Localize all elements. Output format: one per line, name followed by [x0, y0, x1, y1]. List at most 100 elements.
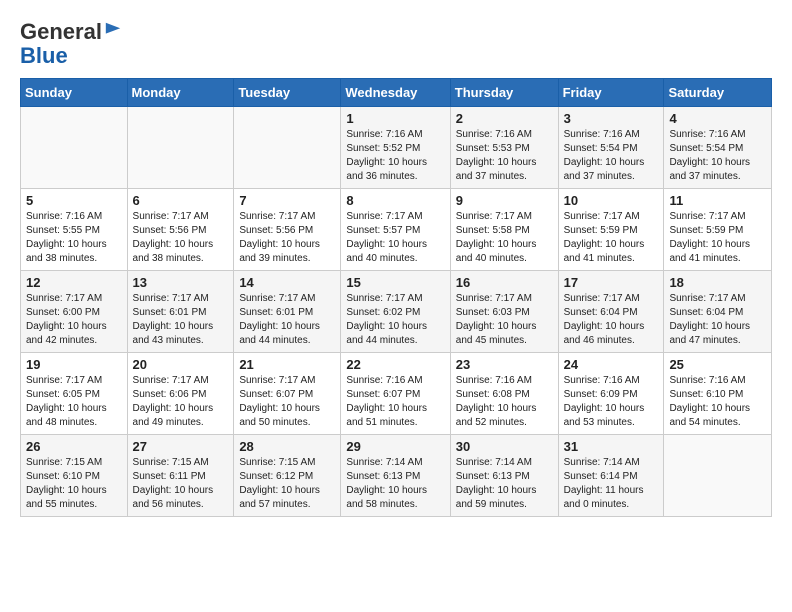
day-number: 24 — [564, 357, 659, 372]
day-info: Sunrise: 7:17 AM Sunset: 5:59 PM Dayligh… — [564, 210, 659, 266]
calendar-day-cell: 10Sunrise: 7:17 AM Sunset: 5:59 PM Dayli… — [558, 189, 664, 271]
day-number: 17 — [564, 275, 659, 290]
day-number: 31 — [564, 439, 659, 454]
day-info: Sunrise: 7:15 AM Sunset: 6:11 PM Dayligh… — [133, 456, 229, 512]
logo-blue: Blue — [20, 43, 68, 68]
calendar-day-cell: 18 Sunrise: 7:17 AM Sunset: 6:04 PM Dayli… — [664, 271, 772, 353]
calendar-day-cell: 7 Sunrise: 7:17 AM Sunset: 5:56 PM Daylig… — [234, 189, 341, 271]
calendar-day-cell: 21Sunrise: 7:17 AM Sunset: 6:07 PM Dayli… — [234, 353, 341, 435]
day-info: Sunrise: 7:14 AM Sunset: 6:13 PM Dayligh… — [346, 456, 444, 512]
day-info: Sunrise: 7:17 AM Sunset: 5:57 PM Dayligh… — [346, 210, 444, 266]
dow-header: Monday — [127, 79, 234, 107]
day-number: 22 — [346, 357, 444, 372]
logo-general: General — [20, 19, 102, 44]
day-number: 8 — [346, 193, 444, 208]
calendar-day-cell: 31 Sunrise: 7:14 AM Sunset: 6:14 PM Dayli… — [558, 435, 664, 517]
day-number: 28 — [239, 439, 335, 454]
day-info: Sunrise: 7:16 AM Sunset: 6:09 PM Dayligh… — [564, 374, 659, 430]
day-number: 27 — [133, 439, 229, 454]
day-number: 9 — [456, 193, 553, 208]
calendar-day-cell: 9 Sunrise: 7:17 AM Sunset: 5:58 PM Daylig… — [450, 189, 558, 271]
day-info: Sunrise: 7:16 AM Sunset: 6:07 PM Dayligh… — [346, 374, 444, 430]
day-number: 7 — [239, 193, 335, 208]
calendar-day-cell: 23Sunrise: 7:16 AM Sunset: 6:08 PM Dayli… — [450, 353, 558, 435]
day-info: Sunrise: 7:17 AM Sunset: 6:05 PM Dayligh… — [26, 374, 122, 430]
calendar-day-cell: 1 Sunrise: 7:16 AM Sunset: 5:52 PM Daylig… — [341, 107, 450, 189]
day-number: 1 — [346, 111, 444, 126]
day-info: Sunrise: 7:17 AM Sunset: 6:04 PM Dayligh… — [564, 292, 659, 348]
day-info: Sunrise: 7:16 AM Sunset: 6:10 PM Dayligh… — [669, 374, 766, 430]
day-info: Sunrise: 7:17 AM Sunset: 6:06 PM Dayligh… — [133, 374, 229, 430]
day-info: Sunrise: 7:17 AM Sunset: 6:00 PM Dayligh… — [26, 292, 122, 348]
dow-header: Sunday — [21, 79, 128, 107]
day-number: 20 — [133, 357, 229, 372]
calendar-week-row: 26Sunrise: 7:15 AM Sunset: 6:10 PM Dayli… — [21, 435, 772, 517]
calendar-day-cell: 8 Sunrise: 7:17 AM Sunset: 5:57 PM Daylig… — [341, 189, 450, 271]
day-info: Sunrise: 7:16 AM Sunset: 5:54 PM Dayligh… — [564, 128, 659, 184]
calendar-day-cell: 13 Sunrise: 7:17 AM Sunset: 6:01 PM Dayli… — [127, 271, 234, 353]
day-number: 5 — [26, 193, 122, 208]
day-info: Sunrise: 7:14 AM Sunset: 6:13 PM Dayligh… — [456, 456, 553, 512]
day-number: 18 — [669, 275, 766, 290]
calendar-day-cell: 20 Sunrise: 7:17 AM Sunset: 6:06 PM Dayli… — [127, 353, 234, 435]
day-number: 30 — [456, 439, 553, 454]
calendar-day-cell: 11 Sunrise: 7:17 AM Sunset: 5:59 PM Dayli… — [664, 189, 772, 271]
day-info: Sunrise: 7:17 AM Sunset: 6:04 PM Dayligh… — [669, 292, 766, 348]
calendar-day-cell — [664, 435, 772, 517]
calendar-day-cell: 4 Sunrise: 7:16 AM Sunset: 5:54 PM Daylig… — [664, 107, 772, 189]
day-info: Sunrise: 7:15 AM Sunset: 6:10 PM Dayligh… — [26, 456, 122, 512]
day-info: Sunrise: 7:17 AM Sunset: 6:01 PM Dayligh… — [239, 292, 335, 348]
calendar-day-cell: 2Sunrise: 7:16 AM Sunset: 5:53 PM Daylig… — [450, 107, 558, 189]
calendar-day-cell: 26Sunrise: 7:15 AM Sunset: 6:10 PM Dayli… — [21, 435, 128, 517]
calendar-week-row: 5Sunrise: 7:16 AM Sunset: 5:55 PM Daylig… — [21, 189, 772, 271]
day-number: 12 — [26, 275, 122, 290]
day-number: 4 — [669, 111, 766, 126]
day-number: 11 — [669, 193, 766, 208]
day-info: Sunrise: 7:16 AM Sunset: 5:54 PM Dayligh… — [669, 128, 766, 184]
day-number: 14 — [239, 275, 335, 290]
calendar-day-cell: 16 Sunrise: 7:17 AM Sunset: 6:03 PM Dayli… — [450, 271, 558, 353]
day-info: Sunrise: 7:17 AM Sunset: 5:59 PM Dayligh… — [669, 210, 766, 266]
calendar-day-cell: 6Sunrise: 7:17 AM Sunset: 5:56 PM Daylig… — [127, 189, 234, 271]
calendar-day-cell — [234, 107, 341, 189]
day-info: Sunrise: 7:16 AM Sunset: 5:52 PM Dayligh… — [346, 128, 444, 184]
calendar-day-cell — [21, 107, 128, 189]
calendar-day-cell: 15 Sunrise: 7:17 AM Sunset: 6:02 PM Dayli… — [341, 271, 450, 353]
day-info: Sunrise: 7:17 AM Sunset: 6:03 PM Dayligh… — [456, 292, 553, 348]
day-number: 3 — [564, 111, 659, 126]
day-info: Sunrise: 7:16 AM Sunset: 5:53 PM Dayligh… — [456, 128, 553, 184]
dow-header: Thursday — [450, 79, 558, 107]
dow-header: Saturday — [664, 79, 772, 107]
calendar-table: SundayMondayTuesdayWednesdayThursdayFrid… — [20, 78, 772, 517]
calendar-body: 1 Sunrise: 7:16 AM Sunset: 5:52 PM Daylig… — [21, 107, 772, 517]
day-info: Sunrise: 7:17 AM Sunset: 5:58 PM Dayligh… — [456, 210, 553, 266]
calendar-week-row: 1 Sunrise: 7:16 AM Sunset: 5:52 PM Daylig… — [21, 107, 772, 189]
calendar-day-cell: 12 Sunrise: 7:17 AM Sunset: 6:00 PM Dayli… — [21, 271, 128, 353]
calendar-day-cell: 22 Sunrise: 7:16 AM Sunset: 6:07 PM Dayli… — [341, 353, 450, 435]
day-info: Sunrise: 7:14 AM Sunset: 6:14 PM Dayligh… — [564, 456, 659, 512]
day-info: Sunrise: 7:17 AM Sunset: 6:01 PM Dayligh… — [133, 292, 229, 348]
logo-flag-icon — [104, 21, 122, 39]
day-number: 25 — [669, 357, 766, 372]
calendar-day-cell: 19Sunrise: 7:17 AM Sunset: 6:05 PM Dayli… — [21, 353, 128, 435]
calendar-day-cell: 5Sunrise: 7:16 AM Sunset: 5:55 PM Daylig… — [21, 189, 128, 271]
day-number: 29 — [346, 439, 444, 454]
page-header: General Blue — [20, 20, 772, 68]
dow-header: Wednesday — [341, 79, 450, 107]
calendar-day-cell: 3 Sunrise: 7:16 AM Sunset: 5:54 PM Daylig… — [558, 107, 664, 189]
logo: General Blue — [20, 20, 122, 68]
day-number: 13 — [133, 275, 229, 290]
calendar-week-row: 12 Sunrise: 7:17 AM Sunset: 6:00 PM Dayli… — [21, 271, 772, 353]
calendar-day-cell: 30 Sunrise: 7:14 AM Sunset: 6:13 PM Dayli… — [450, 435, 558, 517]
day-number: 15 — [346, 275, 444, 290]
day-info: Sunrise: 7:17 AM Sunset: 5:56 PM Dayligh… — [239, 210, 335, 266]
day-number: 21 — [239, 357, 335, 372]
calendar-day-cell: 25 Sunrise: 7:16 AM Sunset: 6:10 PM Dayli… — [664, 353, 772, 435]
day-info: Sunrise: 7:15 AM Sunset: 6:12 PM Dayligh… — [239, 456, 335, 512]
calendar-day-cell — [127, 107, 234, 189]
dow-header: Tuesday — [234, 79, 341, 107]
day-info: Sunrise: 7:16 AM Sunset: 6:08 PM Dayligh… — [456, 374, 553, 430]
calendar-day-cell: 17 Sunrise: 7:17 AM Sunset: 6:04 PM Dayli… — [558, 271, 664, 353]
day-number: 16 — [456, 275, 553, 290]
day-info: Sunrise: 7:17 AM Sunset: 6:02 PM Dayligh… — [346, 292, 444, 348]
